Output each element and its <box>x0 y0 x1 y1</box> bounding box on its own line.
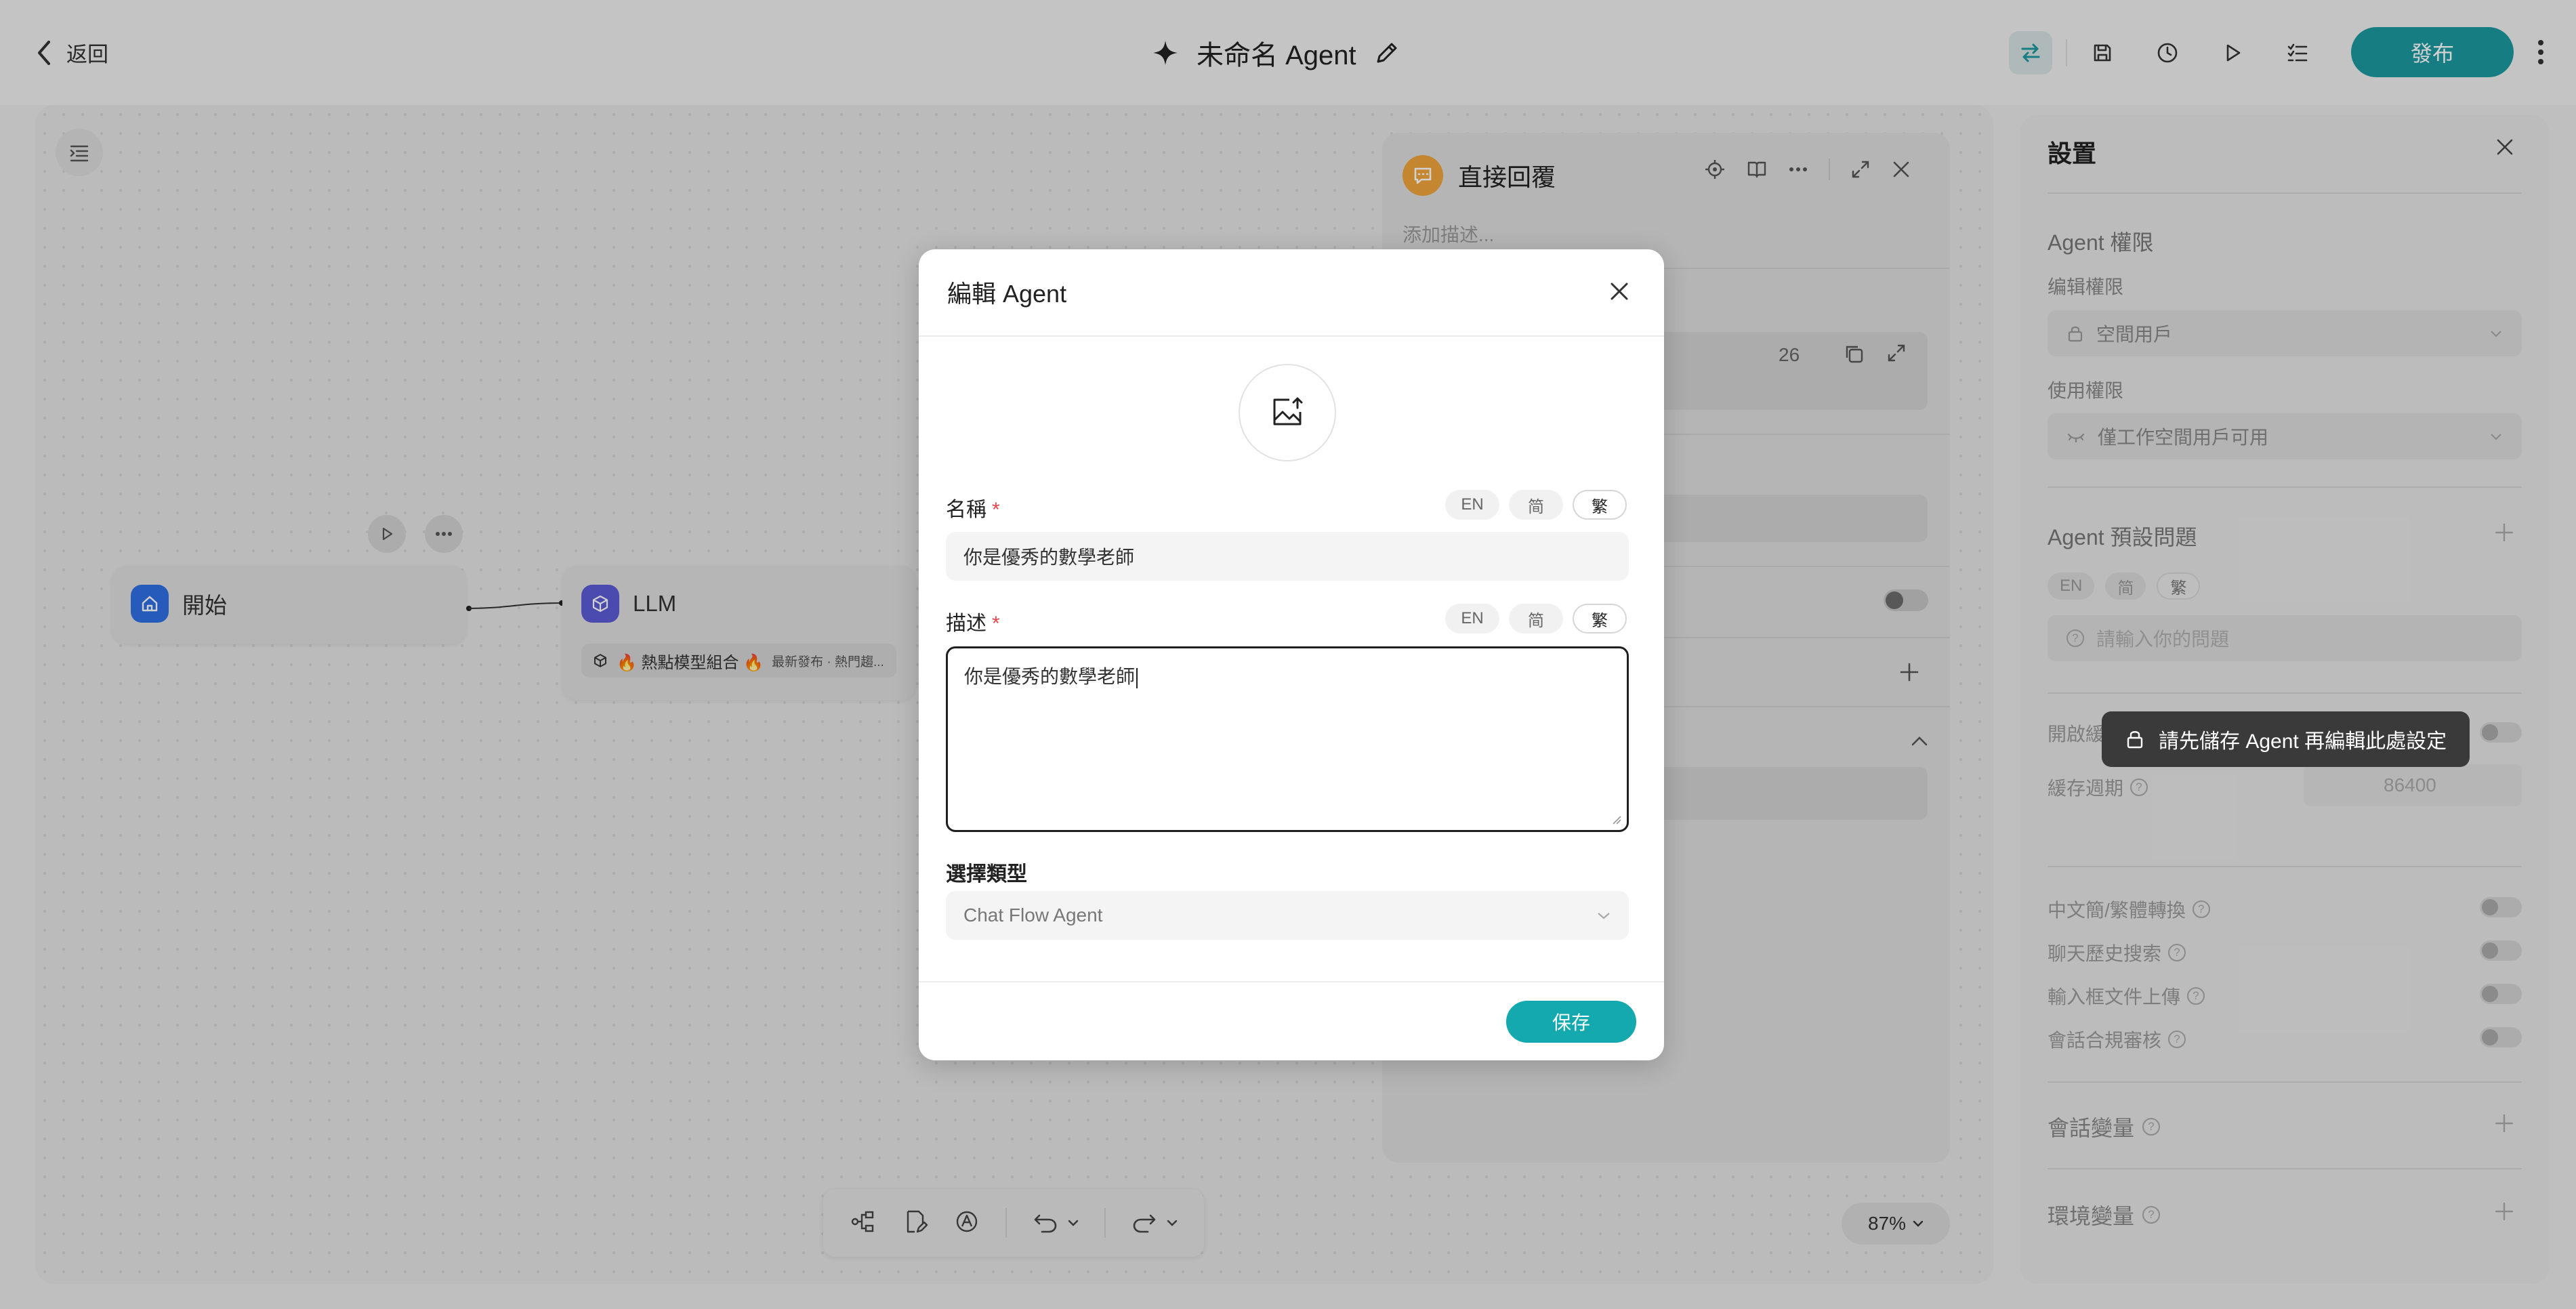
dialog-footer-divider <box>919 981 1664 982</box>
name-lang-switch: EN 简 繁 <box>1445 490 1627 520</box>
agent-description-textarea[interactable]: 你是優秀的數學老師 <box>946 646 1629 832</box>
agent-type-select[interactable]: Chat Flow Agent <box>946 891 1629 940</box>
chevron-down-icon <box>1598 913 1610 919</box>
avatar-upload[interactable] <box>1239 364 1336 461</box>
description-label: 描述 * <box>946 606 1000 636</box>
save-button[interactable]: 保存 <box>1506 1001 1636 1043</box>
type-label: 選擇類型 <box>946 863 1027 886</box>
dialog-title: 編輯 Agent <box>947 280 1067 308</box>
required-mark: * <box>992 499 1000 521</box>
agent-type-value: Chat Flow Agent <box>963 905 1103 926</box>
agent-name-value: 你是優秀的數學老師 <box>963 547 1135 568</box>
image-upload-icon <box>1273 397 1303 425</box>
name-lang-en[interactable]: EN <box>1445 490 1499 520</box>
name-label: 名稱 * <box>946 493 1000 522</box>
dialog-header-divider <box>919 335 1664 337</box>
agent-name-input[interactable]: 你是優秀的數學老師 <box>946 532 1629 581</box>
name-lang-simplified[interactable]: 简 <box>1509 490 1563 520</box>
tooltip-text: 請先儲存 Agent 再編輯此處設定 <box>2159 730 2447 753</box>
settings-locked-tooltip: 請先儲存 Agent 再編輯此處設定 <box>2102 711 2470 767</box>
resize-handle-icon[interactable] <box>1612 815 1621 825</box>
desc-lang-en[interactable]: EN <box>1445 604 1499 633</box>
description-lang-switch: EN 简 繁 <box>1445 604 1627 633</box>
desc-lang-traditional[interactable]: 繁 <box>1573 604 1627 633</box>
text-caret <box>1136 667 1138 688</box>
close-icon[interactable] <box>1606 278 1633 305</box>
name-label-text: 名稱 <box>946 499 986 521</box>
agent-description-value: 你是優秀的數學老師 <box>964 666 1136 687</box>
desc-lang-simplified[interactable]: 简 <box>1509 604 1563 633</box>
description-label-text: 描述 <box>946 612 986 635</box>
required-mark: * <box>992 612 1000 635</box>
lock-icon <box>2127 731 2143 749</box>
name-lang-traditional[interactable]: 繁 <box>1573 490 1627 520</box>
